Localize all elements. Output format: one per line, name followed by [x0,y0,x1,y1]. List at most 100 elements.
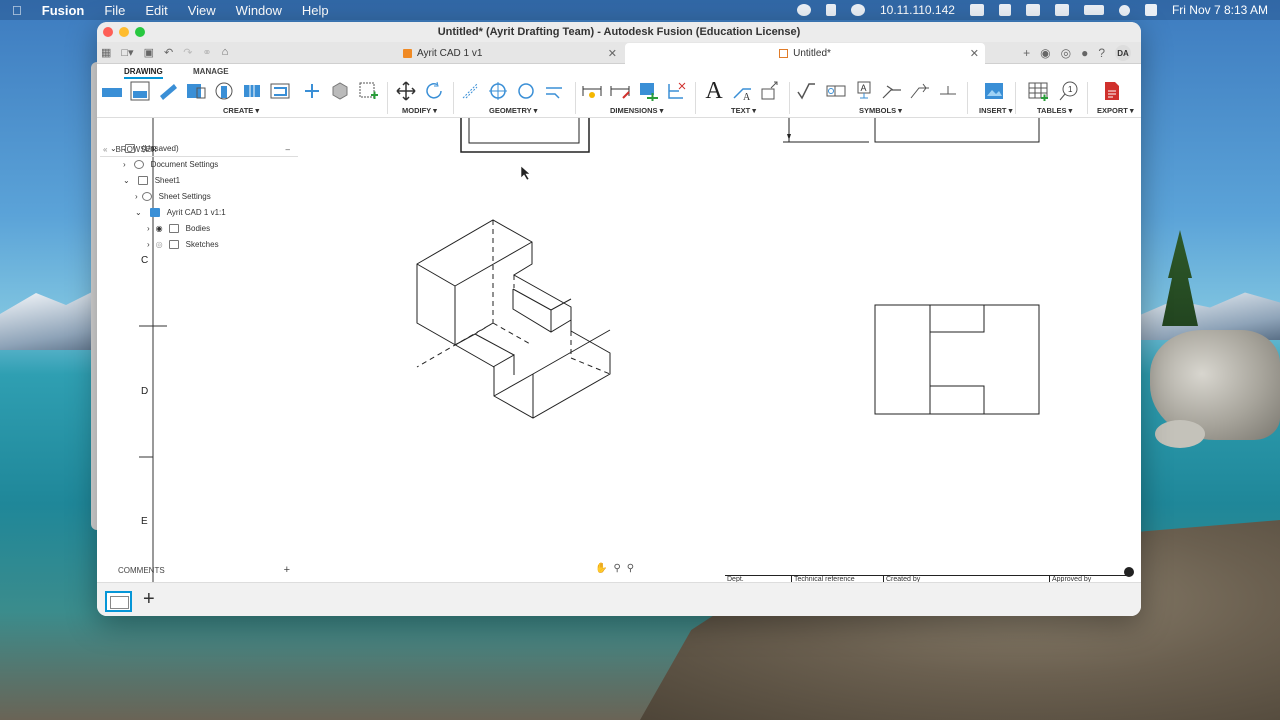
insert-image-tool[interactable] [983,80,1005,102]
tree-item-sheet-settings[interactable]: › Sheet Settings [135,189,211,203]
drawing-canvas[interactable] [97,118,1141,582]
expand-caret-icon[interactable]: › [123,160,126,169]
detail-view-tool[interactable] [185,80,207,102]
screen-mirroring-icon[interactable] [1025,4,1040,16]
tree-root[interactable]: ⌄ (Unsaved) [110,141,179,155]
feature-control-frame-tool[interactable] [825,80,847,102]
clock[interactable]: Fri Nov 7 8:13 AM [1172,3,1268,17]
fit-icon[interactable]: ⚲ [627,563,634,574]
pan-icon[interactable]: ✋ [595,563,607,574]
add-sheet-icon[interactable]: + [143,588,155,611]
tree-item-sketches[interactable]: › ◎ Sketches [147,237,219,251]
job-status-icon[interactable]: ◎ [1061,46,1071,60]
side-view-partial[interactable] [874,118,1040,143]
tables-group-label[interactable]: TABLES ▾ [1037,106,1072,115]
expand-caret-icon[interactable]: ⌄ [135,208,142,217]
save-icon[interactable]: ▣ [144,46,154,59]
battery-icon[interactable] [1083,5,1104,15]
note-tool[interactable] [759,80,781,102]
collapse-panel-icon[interactable]: « [103,145,107,154]
table-tool[interactable] [1027,80,1049,102]
baseline-dimension-tool[interactable] [637,80,659,102]
break-view-tool[interactable] [213,80,235,102]
export-group-label[interactable]: EXPORT ▾ [1097,106,1134,115]
center-point-tool[interactable] [487,80,509,102]
tab-untitled[interactable]: Untitled* ✕ [625,43,985,64]
top-view-partial[interactable] [460,118,590,153]
leader-tool[interactable]: A [731,80,753,102]
user-avatar[interactable]: DA [1115,45,1131,61]
center-mark-tool[interactable] [329,80,351,102]
status-indicator-icon[interactable] [1124,567,1134,577]
base-view-tool[interactable] [101,80,123,102]
help-icon[interactable]: ? [1098,46,1105,60]
undo-icon[interactable]: ↶ [164,46,173,59]
section-view-tool[interactable] [157,80,179,102]
add-comment-icon[interactable]: + [284,564,290,576]
extensions-icon[interactable]: ◉ [1040,46,1050,60]
minimize-window-button[interactable] [119,27,129,37]
notifications-icon[interactable]: ● [1081,46,1088,60]
visibility-eye-icon[interactable]: ◉ [156,224,163,233]
balloon-tool[interactable]: 1 [1057,80,1079,102]
visibility-hidden-icon[interactable]: ◎ [156,240,163,249]
move-tool[interactable] [395,80,417,102]
ribbon-tab-manage[interactable]: MANAGE [193,67,229,76]
close-tab-icon[interactable]: ✕ [608,47,617,60]
wifi-icon[interactable] [1054,4,1069,16]
datum-identifier-tool[interactable]: A [853,80,875,102]
menu-help[interactable]: Help [302,3,329,18]
geometry-line-tool[interactable] [459,80,481,102]
text-tool[interactable]: A [703,78,725,104]
orthographic-view[interactable] [874,304,1040,415]
expand-caret-icon[interactable]: › [147,224,150,233]
tree-item-document-settings[interactable]: › Document Settings [123,157,218,171]
taper-symbol-tool[interactable] [937,80,959,102]
comments-panel-header[interactable]: COMMENTS + [100,562,298,578]
sheet-thumbnail[interactable] [105,591,132,612]
surface-texture-tool[interactable] [795,80,817,102]
menu-window[interactable]: Window [236,3,282,18]
geometry-group-label[interactable]: GEOMETRY ▾ [489,106,537,115]
zoom-window-button[interactable] [135,27,145,37]
ordinate-dimension-tool[interactable] [609,80,631,102]
link-icon[interactable]: ⚭ [202,46,211,59]
new-tab-icon[interactable]: + [1023,46,1030,60]
rotate-tool[interactable] [423,80,445,102]
expand-caret-icon[interactable]: ⌄ [110,144,117,153]
chain-dimension-tool[interactable] [665,80,687,102]
weld-symbol-tool[interactable] [881,80,903,102]
dimensions-group-label[interactable]: DIMENSIONS ▾ [610,106,663,115]
menu-view[interactable]: View [188,3,216,18]
menu-app-name[interactable]: Fusion [42,3,85,18]
expand-caret-icon[interactable]: › [147,240,150,249]
zoom-window-icon[interactable]: ⚲ [613,563,620,574]
create-group-label[interactable]: CREATE ▾ [223,106,259,115]
close-window-button[interactable] [103,27,113,37]
redo-icon[interactable]: ↷ [183,46,192,59]
tab-ayrit-cad[interactable]: Ayrit CAD 1 v1 ✕ [403,43,623,64]
center-mark-pattern-tool[interactable] [357,80,379,102]
record-icon[interactable] [796,4,811,16]
menu-file[interactable]: File [104,3,125,18]
text-group-label[interactable]: TEXT ▾ [731,106,756,115]
audio-bars-icon[interactable] [825,4,836,16]
edge-extension-tool[interactable] [543,80,565,102]
expand-caret-icon[interactable]: › [135,192,138,201]
isometric-view[interactable] [416,219,611,419]
tree-item-bodies[interactable]: › ◉ Bodies [147,221,210,235]
projected-view-tool[interactable] [129,80,151,102]
close-tab-icon[interactable]: ✕ [970,47,979,60]
tree-item-component[interactable]: ⌄ Ayrit CAD 1 v1:1 [135,205,226,219]
vpn-icon[interactable] [850,4,865,16]
data-panel-icon[interactable]: ▦ [101,46,111,59]
edge-symbol-tool[interactable] [909,80,931,102]
modify-group-label[interactable]: MODIFY ▾ [402,106,437,115]
break-out-tool[interactable] [241,80,263,102]
volume-icon[interactable] [998,4,1011,16]
file-menu-icon[interactable]: □▾ [121,46,133,59]
slice-tool[interactable] [269,80,291,102]
expand-caret-icon[interactable]: ⌄ [123,176,130,185]
minimize-browser-icon[interactable]: – [286,145,290,154]
export-pdf-tool[interactable] [1101,80,1123,102]
